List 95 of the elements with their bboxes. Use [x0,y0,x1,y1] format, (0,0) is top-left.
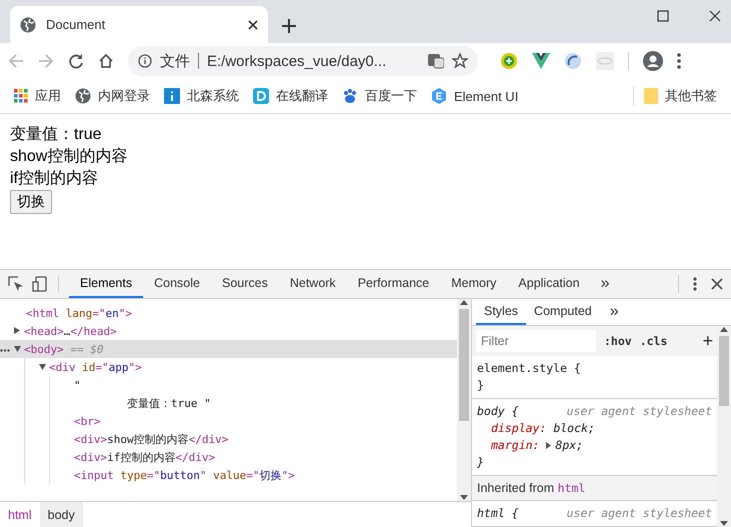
folder-icon [644,88,658,104]
dom-node[interactable]: <br> [50,412,457,430]
css-declaration: display: block; [490,420,596,438]
devtools-tab[interactable]: Application [507,270,591,298]
filter-toggle[interactable]: :hov [604,334,632,348]
dom-node[interactable]: <html lang="en"> [0,304,457,322]
scroll-up-icon[interactable] [720,326,728,332]
globe-icon [75,88,91,104]
devtools-tab[interactable]: Elements [69,270,144,298]
dom-node[interactable]: 变量值：true " [50,394,457,412]
devtools-tab[interactable]: Memory [440,270,508,298]
info-icon [164,88,180,104]
filter-toggle[interactable]: + [702,331,713,352]
breadcrumb[interactable]: html [0,502,40,527]
collapsed-triangle-icon[interactable] [14,326,20,334]
dom-node[interactable]: <body> == $0 [0,340,457,358]
bookmark-label: 北森系统 [187,87,239,106]
globe-icon [20,16,36,33]
bookmark[interactable]: 百度一下 [342,87,417,106]
devtools-tab[interactable]: Sources [210,270,279,298]
url-text: E:/workspaces_vue/day0... [207,52,388,70]
css-declaration: margin: 8px; [490,437,584,454]
d-logo-icon [253,88,269,104]
bookmark-label: 内网登录 [98,87,150,106]
expand-triangle-icon[interactable] [546,442,552,450]
filter-field[interactable]: Filter [476,330,596,352]
rule-source[interactable]: user agent stylesheet [566,403,712,420]
dom-node[interactable]: <input type="button" value="切换"> [50,466,457,484]
new-tab-icon[interactable] [282,19,296,34]
translate-icon[interactable] [428,53,444,70]
bookmark[interactable]: 内网登录 [75,87,150,106]
scrollbar[interactable] [717,326,731,527]
menu-icon[interactable] [677,53,681,70]
close-icon[interactable] [711,278,723,290]
bookmark[interactable]: Element UI [431,88,518,104]
hexagon-icon [431,88,447,104]
maximize-icon[interactable] [657,10,669,22]
bookmark-label: 应用 [35,87,61,106]
devtools-tab[interactable]: Performance [346,270,440,298]
expanded-triangle-icon[interactable] [14,346,21,352]
expanded-triangle-icon[interactable] [39,364,46,370]
page-text: if控制的内容 [10,168,99,189]
close-icon[interactable] [248,20,258,30]
bookmark[interactable]: 应用 [14,87,61,106]
filter-toggle[interactable]: .cls [640,334,668,348]
address-bar[interactable]: 文件 E:/workspaces_vue/day0... [128,46,478,76]
scheme-label: 文件 [160,52,190,71]
page-text: 变量值：true [10,124,103,145]
swirl-icon[interactable] [564,52,582,70]
device-icon[interactable] [32,276,48,292]
bookmark[interactable]: 在线翻译 [253,87,328,106]
more-dots-icon[interactable] [0,348,10,352]
bookmark-label: Element UI [454,88,518,104]
bookmark-folder[interactable]: 其他书签 [644,87,717,106]
breadcrumb[interactable]: body [40,502,83,527]
scrollbar[interactable] [457,299,471,502]
bookmark-label: 其他书签 [665,87,717,106]
reload-icon[interactable] [68,53,84,70]
css-selector: body { [477,403,519,420]
more-tabs-button[interactable]: » [600,299,629,326]
rule-source[interactable]: user agent stylesheet [566,505,712,522]
dom-node[interactable]: <div>if控制的内容</div> [50,448,457,466]
devtools-tab[interactable]: Console [143,270,211,298]
close-icon[interactable] [709,10,721,22]
grid-icon [14,89,28,104]
plus-circle-icon[interactable] [500,52,518,70]
more-tabs-button[interactable]: » [590,270,620,298]
devtools-tab[interactable]: Network [278,270,347,298]
css-brace: } [477,377,485,394]
css-selector: html { [477,505,519,522]
inherited-link[interactable]: html [558,481,586,496]
styles-tab[interactable]: Computed [526,299,600,326]
tab-title: Document [46,17,106,32]
bookmark-label: 百度一下 [365,87,417,106]
dom-node[interactable]: " [50,376,457,394]
css-selector: element.style { [477,360,581,378]
inherited-text: Inherited from [477,481,556,496]
account-icon[interactable] [643,51,663,72]
scroll-down-icon[interactable] [720,521,728,527]
dom-node[interactable]: <div id="app"> [25,358,457,376]
browser-tab[interactable]: Document [10,6,268,44]
menu-icon[interactable] [693,277,697,292]
dom-node[interactable]: <head>…</head> [0,322,457,340]
paw-icon [342,88,358,104]
info-icon [138,54,152,68]
toggle-button[interactable]: 切换 [10,190,52,214]
bookmark-label: 在线翻译 [276,87,328,106]
page-text: show控制的内容 [10,146,128,167]
star-icon[interactable] [452,53,468,70]
scroll-down-icon[interactable] [460,495,468,502]
bookmark[interactable]: 北森系统 [164,87,239,106]
inspect-icon[interactable] [8,276,24,292]
dom-node[interactable]: <div>show控制的内容</div> [50,430,457,448]
css-brace: } [477,454,485,472]
home-icon[interactable] [98,53,114,70]
